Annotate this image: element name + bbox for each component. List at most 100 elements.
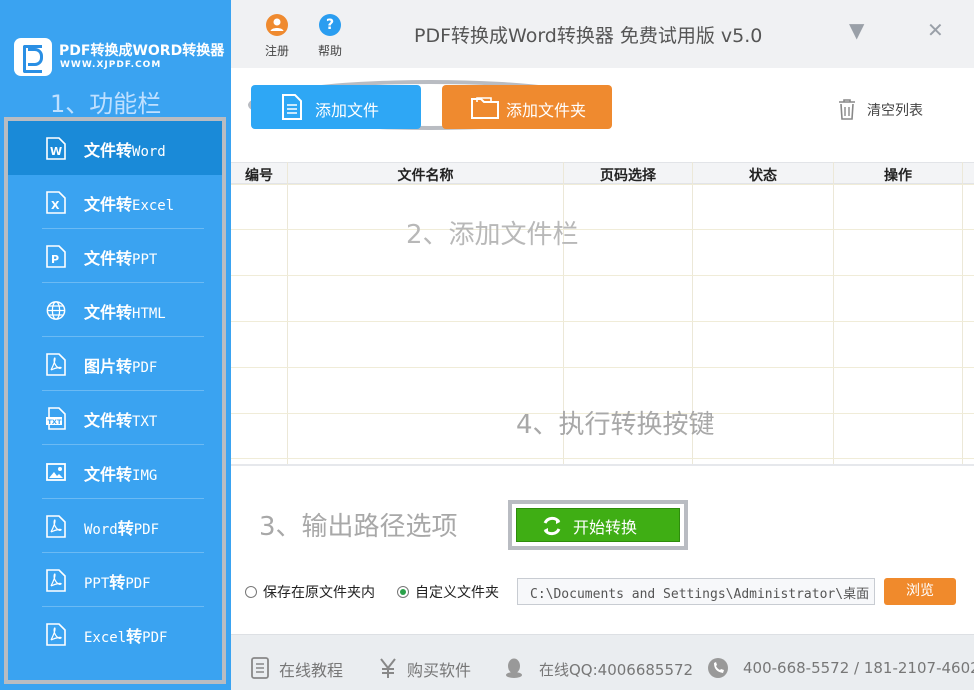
pdf-file-icon	[46, 515, 66, 538]
folder-icon	[471, 97, 499, 119]
sidebar-item-file-to-ppt[interactable]: P 文件转PPT	[8, 229, 222, 283]
online-tutorial-link[interactable]: 在线教程	[279, 657, 343, 681]
buy-software-link[interactable]: 购买软件	[407, 657, 471, 681]
svg-text:P: P	[51, 253, 59, 266]
svg-text:X: X	[51, 199, 60, 212]
column-header-status: 状态	[749, 168, 777, 184]
toolbar: 添加文件 添加文件夹 清空列表	[231, 68, 974, 162]
column-header-page-select: 页码选择	[600, 168, 656, 184]
document-icon	[251, 657, 269, 679]
sidebar-item-format: PDF	[132, 360, 158, 376]
sidebar-item-label: 转	[126, 627, 143, 646]
sidebar-item-label: 转	[109, 573, 126, 592]
pdf-file-icon	[46, 353, 66, 376]
sidebar-item-label: 文件转	[84, 465, 133, 484]
function-menu: W 文件转Word X 文件转Excel P 文件转PPT 文件转HTML 图片…	[4, 117, 226, 684]
add-folder-label: 添加文件夹	[506, 101, 587, 120]
sidebar-item-label: 文件转	[84, 195, 133, 214]
footer-bar: 在线教程 购买软件 在线QQ:4006685572 400-668-5572 /…	[231, 634, 974, 690]
sidebar-item-label: 文件转	[84, 411, 133, 430]
sidebar-item-format: HTML	[132, 306, 166, 322]
execute-button-note: 4、执行转换按键	[516, 410, 715, 440]
start-button-frame: 开始转换	[508, 500, 688, 550]
sidebar-item-word-to-pdf[interactable]: Word转PDF	[8, 499, 222, 553]
table-header: 编号 文件名称 页码选择 状态 操作	[231, 162, 974, 184]
sidebar-item-format-source: Excel	[84, 630, 127, 646]
custom-folder-label: 自定义文件夹	[415, 585, 499, 601]
file-table: 编号 文件名称 页码选择 状态 操作 2、添加文件栏 4、执行转换按键	[231, 162, 974, 464]
image-icon	[46, 463, 66, 481]
sidebar: PDF转换成WORD转换器 WWW.XJPDF.COM 1、功能栏 W 文件转W…	[0, 0, 231, 690]
function-bar-note: 1、功能栏	[50, 90, 162, 118]
title-bar: 注册 ? 帮助 PDF转换成Word转换器 免费试用版 v5.0 ▼ ✕	[231, 0, 974, 68]
sidebar-item-label: 文件转	[84, 249, 133, 268]
sidebar-item-image-to-pdf[interactable]: 图片转PDF	[8, 337, 222, 391]
phone-numbers: 400-668-5572 / 181-2107-4602	[743, 659, 974, 677]
excel-file-icon: X	[46, 191, 66, 214]
pdf-file-icon	[46, 569, 66, 592]
add-file-label: 添加文件	[315, 101, 380, 120]
online-qq-link[interactable]: 在线QQ:4006685572	[539, 659, 693, 680]
add-folder-button[interactable]: 添加文件夹	[442, 85, 612, 129]
add-file-button[interactable]: 添加文件	[251, 85, 421, 129]
sidebar-item-format: PDF	[125, 576, 151, 592]
sidebar-item-file-to-txt[interactable]: TXT 文件转TXT	[8, 391, 222, 445]
sidebar-item-file-to-html[interactable]: 文件转HTML	[8, 283, 222, 337]
sidebar-item-format-source: Word	[84, 522, 118, 538]
user-icon	[266, 14, 288, 36]
svg-text:W: W	[50, 145, 62, 158]
sidebar-item-format: TXT	[132, 414, 158, 430]
minimize-button[interactable]: ▼	[849, 18, 864, 42]
sidebar-item-file-to-excel[interactable]: X 文件转Excel	[8, 175, 222, 229]
save-original-folder-radio[interactable]: 保存在原文件夹内	[245, 582, 375, 602]
sidebar-item-file-to-word[interactable]: W 文件转Word	[8, 121, 222, 175]
sidebar-item-format: Word	[132, 144, 166, 160]
register-label: 注册	[264, 44, 289, 58]
save-original-folder-label: 保存在原文件夹内	[263, 585, 375, 601]
window-title: PDF转换成Word转换器 免费试用版 v5.0	[414, 25, 763, 47]
sidebar-item-label: 图片转	[84, 357, 133, 376]
browse-button[interactable]: 浏览	[884, 578, 956, 605]
close-icon: ✕	[927, 18, 944, 42]
logo-title: PDF转换成WORD转换器	[59, 43, 225, 59]
column-header-index: 编号	[245, 168, 273, 184]
sidebar-item-format: PDF	[133, 522, 160, 538]
sidebar-item-ppt-to-pdf[interactable]: PPT转PDF	[8, 553, 222, 607]
column-header-filename: 文件名称	[397, 168, 454, 184]
column-header-action: 操作	[884, 168, 912, 184]
output-path-note: 3、输出路径选项	[259, 512, 458, 542]
word-file-icon: W	[46, 137, 66, 160]
clear-list-label: 清空列表	[867, 103, 923, 119]
sidebar-item-label: 文件转	[84, 141, 133, 160]
txt-file-icon: TXT	[46, 407, 66, 430]
svg-text:TXT: TXT	[48, 418, 62, 426]
app-logo: PDF转换成WORD转换器 WWW.XJPDF.COM	[14, 34, 224, 78]
close-button[interactable]: ✕	[927, 18, 944, 42]
output-panel: 3、输出路径选项 开始转换 保存在原文件夹内 自定义文件夹 C:\Documen…	[231, 464, 974, 634]
help-label: 帮助	[317, 44, 342, 58]
custom-folder-radio[interactable]: 自定义文件夹	[397, 582, 499, 602]
sidebar-item-format: PDF	[142, 630, 168, 646]
help-button[interactable]: ? 帮助	[310, 14, 350, 59]
sidebar-item-format: Excel	[132, 198, 175, 214]
sidebar-item-excel-to-pdf[interactable]: Excel转PDF	[8, 607, 222, 661]
add-file-area-note: 2、添加文件栏	[406, 220, 579, 250]
sidebar-item-format-source: PPT	[84, 576, 110, 592]
file-icon	[282, 94, 302, 120]
minimize-icon: ▼	[849, 18, 865, 42]
phone-icon	[708, 658, 728, 678]
sidebar-item-label: 转	[117, 519, 134, 538]
sidebar-item-format: PPT	[132, 252, 158, 268]
start-convert-label: 开始转换	[573, 518, 638, 537]
output-path-input[interactable]: C:\Documents and Settings\Administrator\…	[517, 578, 875, 605]
pdf-logo-icon	[14, 38, 52, 76]
start-convert-button[interactable]: 开始转换	[516, 508, 680, 542]
radio-checked-icon	[397, 586, 409, 598]
sidebar-item-file-to-img[interactable]: 文件转IMG	[8, 445, 222, 499]
refresh-icon	[543, 516, 561, 536]
register-button[interactable]: 注册	[257, 14, 297, 59]
globe-icon	[46, 301, 66, 320]
question-icon: ?	[319, 14, 341, 36]
logo-url: WWW.XJPDF.COM	[60, 60, 162, 70]
trash-icon	[839, 99, 855, 120]
